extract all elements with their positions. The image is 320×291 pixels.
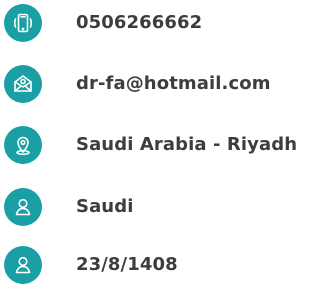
contact-row-phone: 0506266662 (0, 4, 307, 44)
location-text: Saudi Arabia - Riyadh (76, 134, 298, 155)
birthdate-text: 23/8/1408 (76, 254, 178, 275)
nationality-text: Saudi (76, 196, 134, 217)
contact-info-card: 0506266662 dr-fa@hotmail.com Saudi Arabi… (0, 0, 307, 291)
user-icon (4, 246, 42, 284)
contact-row-email: dr-fa@hotmail.com (0, 65, 307, 105)
user-icon (4, 188, 42, 226)
email-address: dr-fa@hotmail.com (76, 73, 271, 94)
phone-number: 0506266662 (76, 12, 203, 33)
mobile-phone-icon (4, 4, 42, 42)
email-envelope-icon (4, 65, 42, 103)
contact-row-location: Saudi Arabia - Riyadh (0, 126, 307, 166)
contact-row-nationality: Saudi (0, 188, 307, 228)
contact-row-birthdate: 23/8/1408 (0, 246, 307, 286)
location-pin-icon (4, 126, 42, 164)
